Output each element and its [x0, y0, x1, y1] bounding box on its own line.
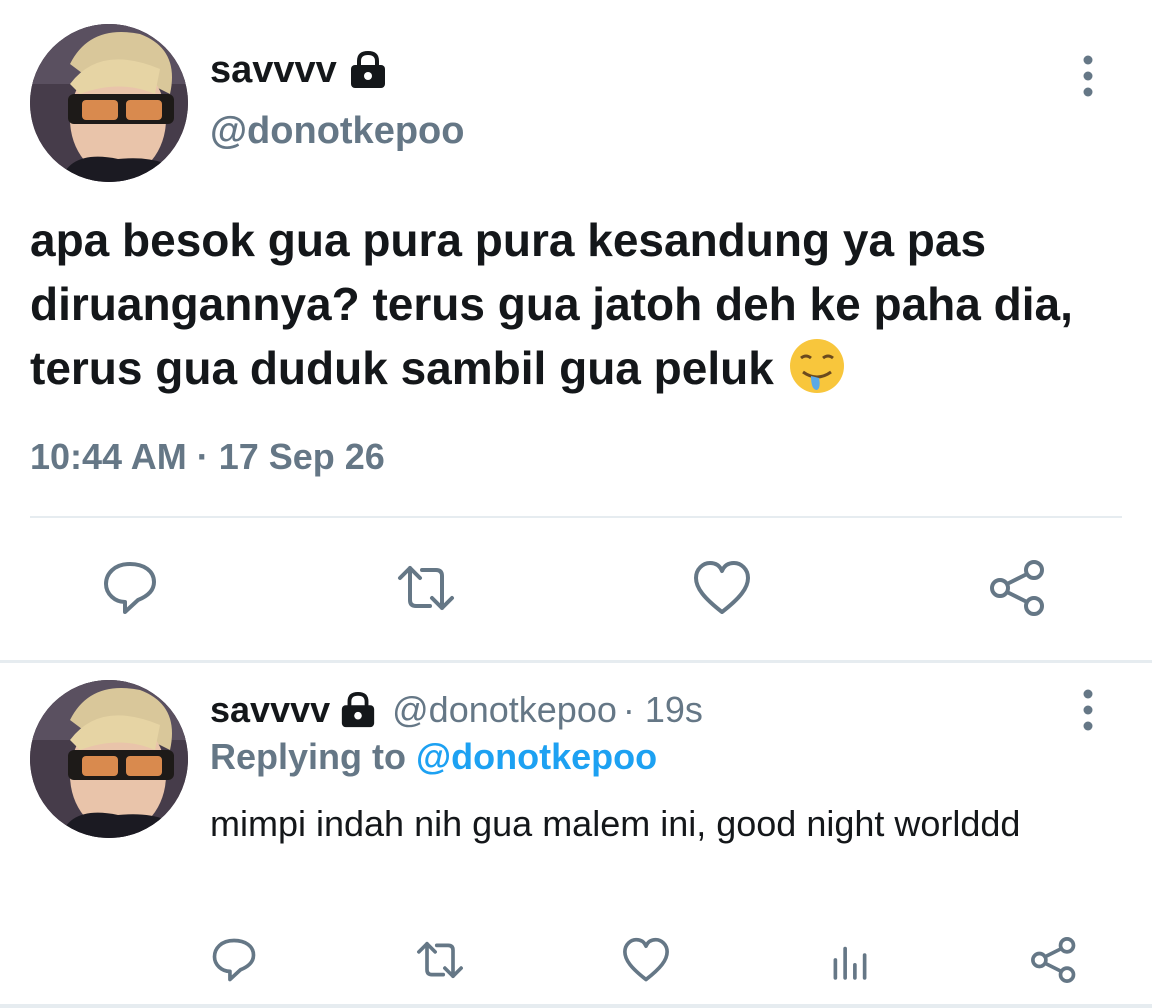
reply-more-options-icon[interactable]: [1078, 688, 1098, 732]
lock-icon: [347, 50, 389, 90]
more-options-icon[interactable]: [1078, 54, 1098, 98]
tweet-timestamp[interactable]: 10:44 AM · 17 Sep 26: [30, 436, 385, 478]
share-icon[interactable]: [986, 556, 1050, 620]
retweet-icon[interactable]: [414, 934, 466, 986]
reply-action-bar: [0, 930, 1152, 990]
replying-to-handle-link[interactable]: @donotkepoo: [416, 736, 657, 777]
drooling-face-emoji-icon: [787, 336, 847, 396]
reply-icon[interactable]: [208, 934, 260, 986]
tweet-body: apa besok gua pura pura kesandung ya pas…: [30, 214, 1073, 394]
reply-avatar[interactable]: [30, 680, 188, 838]
handle[interactable]: @donotkepoo: [210, 110, 464, 153]
reply-time[interactable]: · 19s: [623, 689, 703, 731]
divider: [30, 516, 1122, 518]
like-icon[interactable]: [690, 556, 754, 620]
retweet-icon[interactable]: [394, 556, 458, 620]
reply-icon[interactable]: [98, 556, 162, 620]
like-icon[interactable]: [620, 934, 672, 986]
bottom-divider: [0, 1004, 1152, 1008]
reply-handle[interactable]: @donotkepoo: [392, 689, 617, 731]
share-icon[interactable]: [1028, 934, 1080, 986]
replying-to: Replying to @donotkepoo: [210, 736, 657, 778]
lock-icon: [338, 691, 378, 729]
main-tweet: savvvv @donotkepoo apa besok gua pura pu…: [0, 0, 1152, 660]
avatar[interactable]: [30, 24, 188, 182]
action-bar: [0, 556, 1152, 626]
reply-text: mimpi indah nih gua malem ini, good nigh…: [210, 803, 1021, 844]
reply-author-row: savvvv @donotkepoo · 19s: [210, 686, 703, 734]
author-row: savvvv: [210, 46, 389, 94]
tweet-text: apa besok gua pura pura kesandung ya pas…: [30, 208, 1110, 400]
tweet-separator: [0, 660, 1152, 663]
replying-to-label: Replying to: [210, 736, 406, 777]
display-name[interactable]: savvvv: [210, 49, 337, 92]
analytics-icon[interactable]: [824, 934, 876, 986]
reply-display-name[interactable]: savvvv: [210, 689, 330, 731]
